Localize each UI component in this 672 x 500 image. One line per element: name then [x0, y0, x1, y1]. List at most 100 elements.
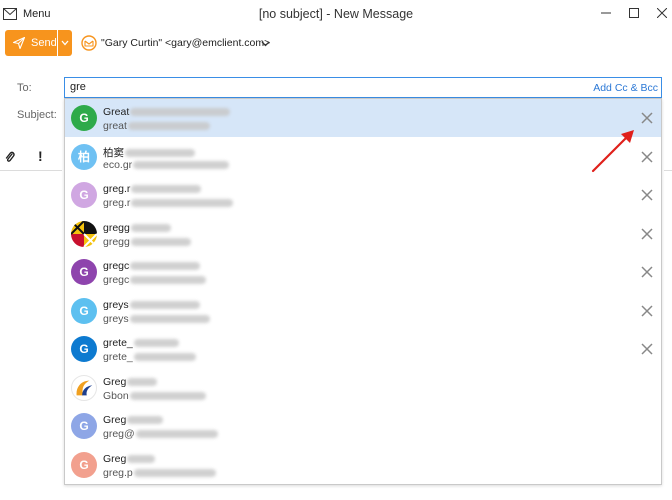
- remove-contact-icon[interactable]: [640, 188, 654, 202]
- avatar: [71, 374, 97, 401]
- contact-email: greys: [103, 313, 210, 325]
- paper-plane-icon: [13, 37, 25, 49]
- contact-name-text: grete_: [103, 337, 133, 349]
- paperclip-icon[interactable]: [5, 150, 15, 167]
- from-account[interactable]: "Gary Curtin" <gary@emclient.com>: [101, 37, 270, 49]
- compose-toolbar: Send "Gary Curtin" <gary@emclient.com>: [0, 28, 672, 62]
- contact-name: 柏窦: [103, 145, 195, 160]
- redacted-text: [129, 300, 200, 309]
- priority-icon[interactable]: !: [38, 148, 43, 164]
- contact-name-text: Greg: [103, 452, 127, 465]
- redacted-text: [129, 391, 206, 400]
- to-label: To:: [17, 82, 32, 94]
- contact-name-text: Greg: [103, 375, 127, 388]
- avatar: G: [71, 336, 97, 362]
- contact-email-text: greys: [103, 312, 129, 325]
- contact-email: eco.gr: [103, 158, 230, 171]
- contact-name: gregc: [103, 260, 201, 272]
- avatar: G: [71, 451, 97, 478]
- contact-name-text: Greg: [103, 414, 127, 426]
- contact-name-text: Great: [103, 106, 130, 118]
- suggestion-row[interactable]: Ggregc gregc: [65, 253, 661, 291]
- contact-email-text: Gbon: [103, 389, 129, 402]
- contact-email: gregc: [103, 274, 207, 286]
- contact-name-text: 柏窦: [103, 146, 124, 159]
- redacted-text: [127, 122, 210, 131]
- minimize-button[interactable]: [592, 3, 620, 23]
- suggestion-row[interactable]: G Greg greg@: [65, 407, 661, 445]
- contact-name: Greg: [103, 452, 156, 465]
- remove-contact-icon[interactable]: [640, 304, 654, 318]
- contact-email-text: eco.gr: [103, 158, 133, 171]
- avatar: G: [71, 182, 97, 208]
- redacted-text: [131, 185, 202, 194]
- maximize-icon: [629, 8, 639, 18]
- redacted-text: [130, 237, 191, 246]
- contact-name: Greg: [103, 375, 158, 388]
- redacted-text: [130, 108, 231, 117]
- contact-name: gregg: [103, 222, 171, 234]
- send-button[interactable]: Send: [5, 30, 57, 56]
- contact-name-text: gregg: [103, 221, 130, 234]
- suggestion-row[interactable]: 柏柏窦 eco.gr: [65, 138, 661, 176]
- window-title: [no subject] - New Message: [258, 7, 414, 21]
- contact-email-text: great: [103, 120, 127, 132]
- maximize-button[interactable]: [620, 3, 648, 23]
- add-cc-bcc-link[interactable]: Add Cc & Bcc: [593, 82, 658, 94]
- suggestion-row[interactable]: Ggrete_ grete_: [65, 330, 661, 368]
- contact-email: greg@: [103, 428, 218, 440]
- contact-name: Greg: [103, 414, 164, 426]
- to-field[interactable]: gre Add Cc & Bcc: [64, 77, 662, 98]
- close-icon: [657, 8, 667, 18]
- suggestion-row[interactable]: gregg gregg: [65, 215, 661, 253]
- redacted-text: [127, 377, 158, 386]
- avatar: G: [71, 413, 97, 439]
- suggestion-row[interactable]: Ggreg.r greg.r: [65, 176, 661, 214]
- redacted-text: [125, 148, 195, 157]
- redacted-text: [131, 199, 234, 208]
- avatar: G: [71, 297, 97, 324]
- divider: [664, 170, 672, 171]
- contact-email-text: greg@: [103, 428, 135, 440]
- contact-email: great: [103, 120, 210, 132]
- minimize-icon: [601, 12, 611, 14]
- suggestion-row[interactable]: G Greg greg.p: [65, 446, 661, 484]
- send-options-dropdown[interactable]: [58, 30, 72, 56]
- title-bar: Menu [no subject] - New Message: [0, 0, 672, 28]
- remove-contact-icon[interactable]: [640, 111, 654, 125]
- contact-email: greg.r: [103, 197, 234, 209]
- redacted-text: [133, 353, 196, 362]
- remove-contact-icon[interactable]: [640, 150, 654, 164]
- suggestion-row[interactable]: Greg Gbon: [65, 369, 661, 407]
- annotation-arrow-icon: [591, 130, 634, 173]
- avatar: 柏: [71, 143, 97, 170]
- avatar: G: [71, 259, 97, 285]
- remove-contact-icon[interactable]: [640, 342, 654, 356]
- remove-contact-icon[interactable]: [640, 265, 654, 279]
- contact-email-text: gregc: [103, 274, 130, 286]
- to-value: gre: [70, 81, 86, 93]
- send-label: Send: [31, 37, 57, 49]
- contact-name: grete_: [103, 337, 179, 349]
- remove-contact-icon[interactable]: [640, 227, 654, 241]
- contact-email-text: gregg: [103, 235, 130, 248]
- redacted-text: [133, 339, 179, 348]
- redacted-text: [130, 223, 171, 232]
- suggestion-row[interactable]: G Great great: [65, 99, 661, 137]
- contact-name: Great: [103, 106, 231, 118]
- contact-name: greys: [103, 299, 200, 311]
- redacted-text: [127, 454, 156, 463]
- subject-label: Subject:: [17, 109, 57, 121]
- redacted-text: [133, 468, 216, 477]
- redacted-text: [130, 276, 207, 285]
- redacted-text: [130, 262, 201, 271]
- contact-email-text: greg.r: [103, 197, 131, 209]
- from-chevron-down-icon[interactable]: [261, 38, 270, 50]
- from-account-icon: [81, 35, 97, 54]
- suggestion-row[interactable]: Ggreys greys: [65, 292, 661, 330]
- avatar: G: [71, 105, 97, 131]
- contact-email-text: greg.p: [103, 466, 133, 479]
- contact-name-text: greys: [103, 298, 129, 311]
- contact-email: gregg: [103, 236, 191, 248]
- close-window-button[interactable]: [648, 3, 672, 23]
